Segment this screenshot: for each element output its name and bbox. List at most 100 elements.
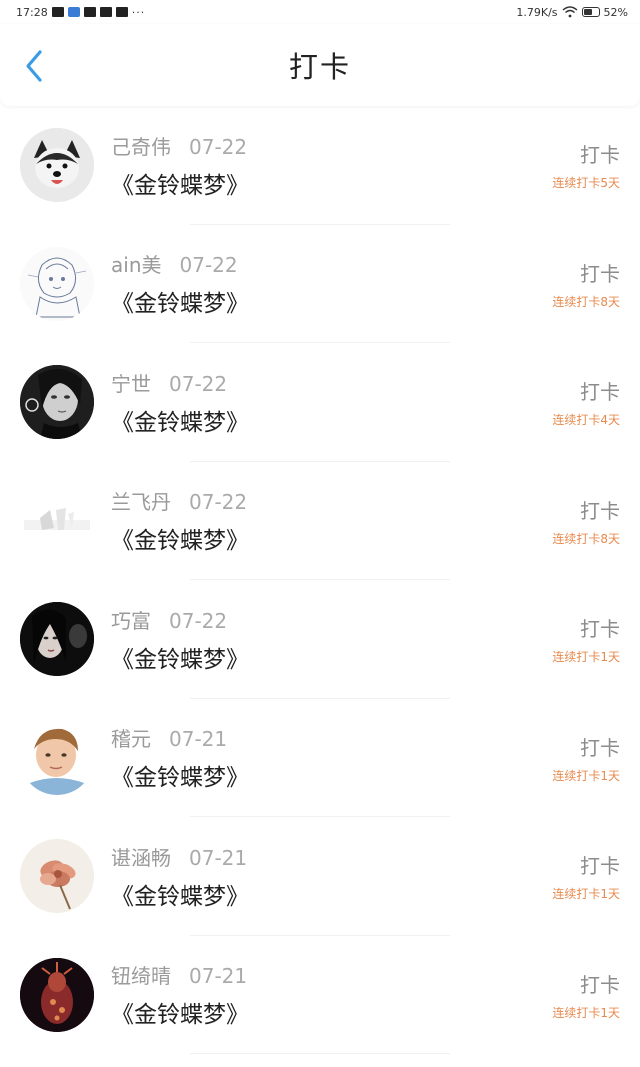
status-left: 17:28 ··· bbox=[16, 6, 145, 19]
light-avatar-image bbox=[20, 483, 94, 558]
checkin-label: 打卡 bbox=[580, 735, 620, 760]
battery-icon bbox=[581, 7, 600, 17]
checkin-date: 07-22 bbox=[169, 371, 228, 396]
streak-label: 连续打卡4天 bbox=[552, 413, 620, 428]
dark-portrait-avatar-image bbox=[20, 602, 94, 677]
checkin-date: 07-21 bbox=[169, 727, 228, 752]
child-avatar-image bbox=[20, 720, 94, 795]
checkin-list: 己奇伟 07-22 《金铃蝶梦》 打卡 连续打卡5天 ain美 07-22 《金… bbox=[0, 106, 640, 1054]
dog-avatar-image bbox=[20, 128, 94, 203]
checkin-date: 07-21 bbox=[189, 845, 248, 870]
checkin-label: 打卡 bbox=[580, 143, 620, 168]
book-title: 《金铃蝶梦》 bbox=[111, 291, 249, 318]
streak-label: 连续打卡1天 bbox=[552, 768, 620, 783]
checkin-label: 打卡 bbox=[580, 261, 620, 286]
artwork-avatar-image bbox=[20, 957, 94, 1032]
status-bar: 17:28 ··· 1.79K/s 52% bbox=[0, 0, 640, 24]
user-name: 己奇伟 bbox=[111, 134, 171, 159]
checkin-date: 07-22 bbox=[169, 608, 228, 633]
checkin-label: 打卡 bbox=[580, 617, 620, 642]
list-item[interactable]: 谌涵畅 07-21 《金铃蝶梦》 打卡 连续打卡1天 bbox=[0, 817, 640, 936]
checkin-status: 打卡 连续打卡1天 bbox=[552, 850, 620, 902]
user-name: 稽元 bbox=[111, 727, 151, 752]
list-item[interactable]: 宁世 07-22 《金铃蝶梦》 打卡 连续打卡4天 bbox=[0, 343, 640, 462]
book-title: 《金铃蝶梦》 bbox=[111, 883, 249, 910]
portrait-avatar-image bbox=[20, 365, 94, 440]
list-item[interactable]: 钮绮晴 07-21 《金铃蝶梦》 打卡 连续打卡1天 bbox=[0, 936, 640, 1055]
notification-icon bbox=[51, 7, 64, 17]
checkin-status: 打卡 连续打卡4天 bbox=[552, 376, 620, 428]
user-name: 钮绮晴 bbox=[111, 964, 171, 989]
name-row: 钮绮晴 07-21 bbox=[111, 960, 552, 989]
name-row: ain美 07-22 bbox=[111, 249, 552, 278]
book-title: 《金铃蝶梦》 bbox=[111, 528, 249, 555]
name-row: 巧富 07-22 bbox=[111, 605, 552, 634]
book-title: 《金铃蝶梦》 bbox=[111, 646, 249, 673]
book-title: 《金铃蝶梦》 bbox=[111, 765, 249, 792]
checkin-status: 打卡 连续打卡5天 bbox=[552, 139, 620, 191]
checkin-status: 打卡 连续打卡8天 bbox=[552, 258, 620, 310]
avatar[interactable] bbox=[20, 365, 94, 440]
entry-info: 宁世 07-22 《金铃蝶梦》 bbox=[111, 368, 552, 437]
avatar[interactable] bbox=[20, 602, 94, 677]
chevron-left-icon bbox=[26, 50, 42, 82]
list-item[interactable]: 稽元 07-21 《金铃蝶梦》 打卡 连续打卡1天 bbox=[0, 699, 640, 818]
entry-info: 钮绮晴 07-21 《金铃蝶梦》 bbox=[111, 960, 552, 1029]
checkin-label: 打卡 bbox=[580, 854, 620, 879]
name-row: 己奇伟 07-22 bbox=[111, 131, 552, 160]
name-row: 谌涵畅 07-21 bbox=[111, 842, 552, 871]
flower-avatar-image bbox=[20, 839, 94, 914]
avatar[interactable] bbox=[20, 957, 94, 1032]
checkin-date: 07-22 bbox=[179, 253, 238, 278]
streak-label: 连续打卡1天 bbox=[552, 887, 620, 902]
name-row: 宁世 07-22 bbox=[111, 368, 552, 397]
streak-label: 连续打卡8天 bbox=[552, 531, 620, 546]
entry-info: ain美 07-22 《金铃蝶梦》 bbox=[111, 249, 552, 318]
battery-level: 52% bbox=[603, 5, 628, 19]
entry-info: 兰飞丹 07-22 《金铃蝶梦》 bbox=[111, 486, 552, 555]
avatar[interactable] bbox=[20, 720, 94, 795]
streak-label: 连续打卡1天 bbox=[552, 1005, 620, 1020]
checkin-date: 07-21 bbox=[189, 964, 248, 989]
user-name: 宁世 bbox=[111, 371, 151, 396]
back-button[interactable] bbox=[20, 48, 48, 84]
list-item[interactable]: 兰飞丹 07-22 《金铃蝶梦》 打卡 连续打卡8天 bbox=[0, 462, 640, 581]
notification-icon bbox=[83, 7, 96, 17]
app-notification-icon bbox=[67, 7, 80, 17]
list-item[interactable]: ain美 07-22 《金铃蝶梦》 打卡 连续打卡8天 bbox=[0, 225, 640, 344]
streak-label: 连续打卡1天 bbox=[552, 650, 620, 665]
sketch-avatar-image bbox=[20, 246, 94, 321]
avatar[interactable] bbox=[20, 483, 94, 558]
notification-icon bbox=[99, 7, 112, 17]
entry-info: 巧富 07-22 《金铃蝶梦》 bbox=[111, 605, 552, 674]
user-name: 谌涵畅 bbox=[111, 845, 171, 870]
streak-label: 连续打卡5天 bbox=[552, 176, 620, 191]
checkin-status: 打卡 连续打卡1天 bbox=[552, 732, 620, 784]
status-time: 17:28 bbox=[16, 5, 48, 19]
entry-info: 己奇伟 07-22 《金铃蝶梦》 bbox=[111, 131, 552, 200]
wifi-icon bbox=[562, 6, 578, 18]
user-name: 兰飞丹 bbox=[111, 490, 171, 515]
streak-label: 连续打卡8天 bbox=[552, 294, 620, 309]
page-title: 打卡 bbox=[288, 50, 351, 84]
book-title: 《金铃蝶梦》 bbox=[111, 1002, 249, 1029]
checkin-status: 打卡 连续打卡8天 bbox=[552, 495, 620, 547]
checkin-status: 打卡 连续打卡1天 bbox=[552, 613, 620, 665]
checkin-status: 打卡 连续打卡1天 bbox=[552, 969, 620, 1021]
book-title: 《金铃蝶梦》 bbox=[111, 172, 249, 199]
list-item[interactable]: 己奇伟 07-22 《金铃蝶梦》 打卡 连续打卡5天 bbox=[0, 106, 640, 225]
entry-info: 谌涵畅 07-21 《金铃蝶梦》 bbox=[111, 842, 552, 911]
network-speed: 1.79K/s bbox=[516, 5, 558, 19]
status-right: 1.79K/s 52% bbox=[516, 6, 628, 19]
user-name: ain美 bbox=[111, 253, 162, 278]
avatar[interactable] bbox=[20, 128, 94, 203]
checkin-label: 打卡 bbox=[580, 972, 620, 997]
list-item[interactable]: 巧富 07-22 《金铃蝶梦》 打卡 连续打卡1天 bbox=[0, 580, 640, 699]
avatar[interactable] bbox=[20, 839, 94, 914]
name-row: 稽元 07-21 bbox=[111, 723, 552, 752]
header: 打卡 bbox=[0, 24, 640, 106]
entry-info: 稽元 07-21 《金铃蝶梦》 bbox=[111, 723, 552, 792]
checkin-date: 07-22 bbox=[189, 490, 248, 515]
avatar[interactable] bbox=[20, 246, 94, 321]
checkin-date: 07-22 bbox=[189, 134, 248, 159]
